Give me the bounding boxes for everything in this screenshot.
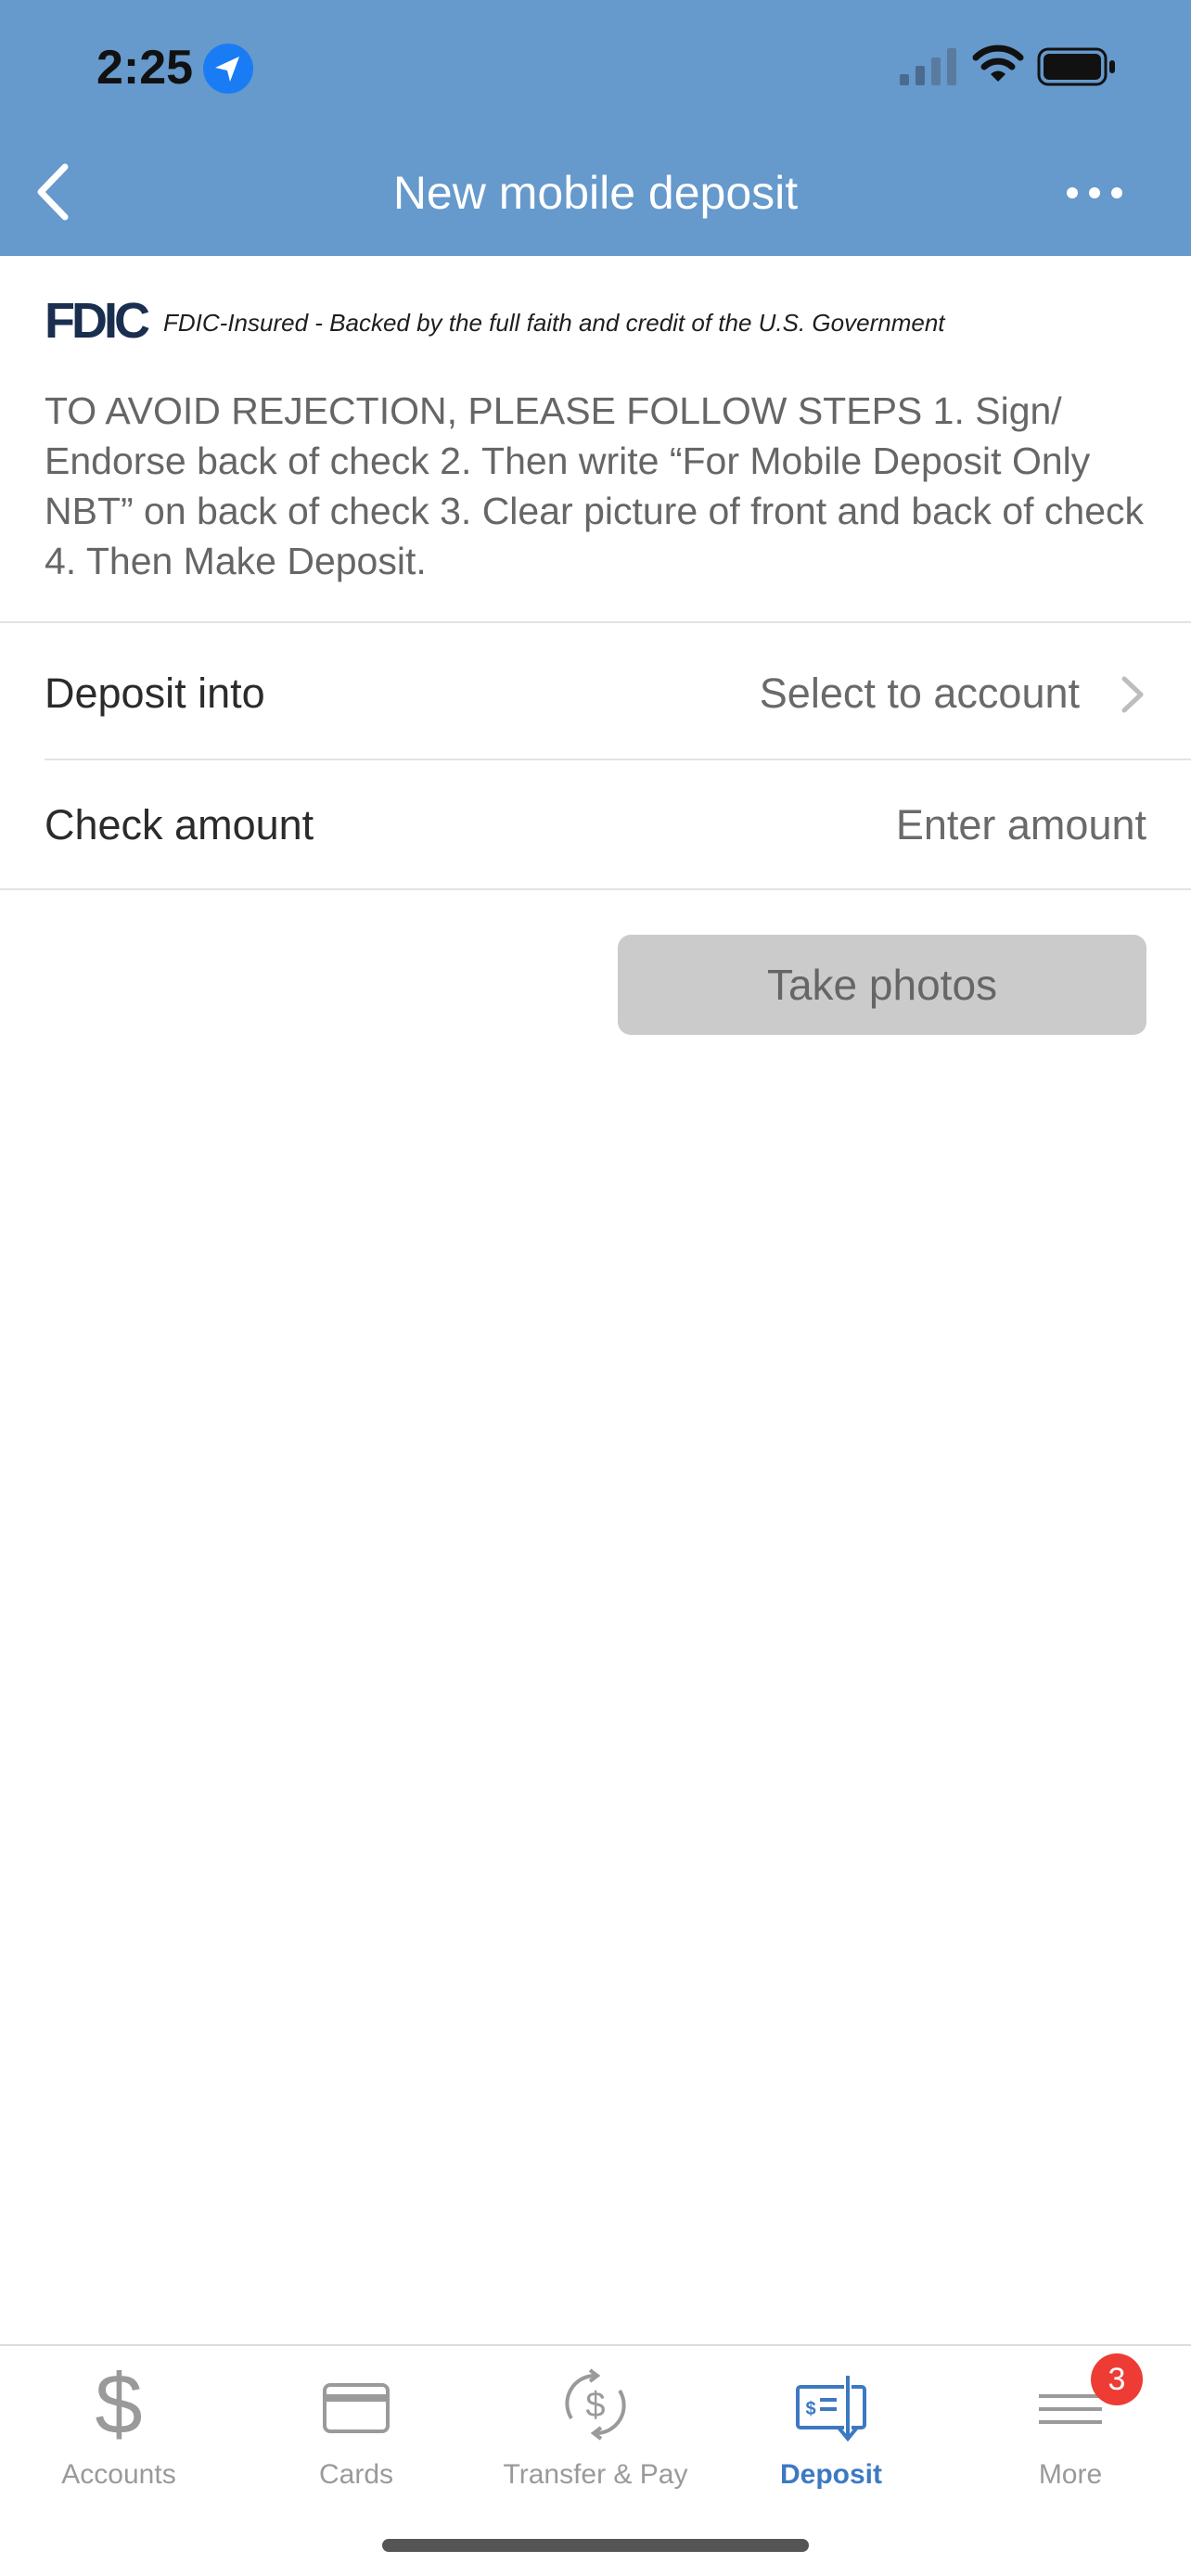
svg-text:$: $ <box>95 2363 142 2446</box>
tab-more[interactable]: 3 More <box>952 2344 1189 2490</box>
more-options-icon[interactable] <box>1057 167 1132 219</box>
fdic-logo: FDIC <box>45 293 150 349</box>
tab-transfer-pay[interactable]: $ Transfer & Pay <box>477 2344 714 2490</box>
divider <box>0 888 1191 890</box>
deposit-into-row[interactable]: Deposit into Select to account <box>0 623 1191 759</box>
fdic-notice: FDIC FDIC-Insured - Backed by the full f… <box>45 295 1158 347</box>
check-amount-row: Check amount Enter amount <box>0 760 1191 888</box>
location-arrow-icon <box>203 44 253 94</box>
tab-label: Accounts <box>61 2459 176 2490</box>
check-amount-label: Check amount <box>45 801 314 848</box>
tab-deposit[interactable]: $ Deposit <box>712 2344 950 2490</box>
wifi-icon <box>972 45 1024 82</box>
back-chevron-icon[interactable] <box>30 159 76 224</box>
notification-badge: 3 <box>1091 2353 1143 2405</box>
tab-cards[interactable]: Cards <box>237 2344 475 2490</box>
header-bar: 2:25 New mobile deposit <box>0 0 1191 256</box>
status-time: 2:25 <box>96 41 194 95</box>
battery-icon <box>1037 47 1115 86</box>
tab-label: Cards <box>318 2459 394 2490</box>
tab-accounts[interactable]: $ Accounts <box>0 2344 237 2490</box>
card-icon <box>323 2383 390 2433</box>
home-indicator <box>382 2539 809 2552</box>
svg-text:$: $ <box>805 2399 815 2419</box>
chevron-right-icon <box>1121 676 1144 713</box>
select-account-value: Select to account <box>759 670 1080 717</box>
fdic-insured-text: FDIC-Insured - Backed by the full faith … <box>163 309 945 337</box>
tab-label: More <box>1038 2459 1103 2490</box>
tab-label: Transfer & Pay <box>503 2459 688 2490</box>
deposit-instructions: TO AVOID REJECTION, PLEASE FOLLOW STEPS … <box>45 389 1145 582</box>
svg-text:$: $ <box>585 2386 605 2425</box>
tab-label: Deposit <box>779 2459 882 2490</box>
take-photos-button[interactable]: Take photos <box>618 935 1146 1035</box>
dollar-icon: $ <box>95 2363 142 2446</box>
page-title: New mobile deposit <box>392 167 799 219</box>
cellular-signal-icon <box>900 48 956 85</box>
check-deposit-icon: $ <box>796 2376 866 2442</box>
transfer-icon: $ <box>565 2368 626 2441</box>
check-amount-input[interactable]: Enter amount <box>896 797 1146 853</box>
deposit-into-label: Deposit into <box>45 670 265 717</box>
